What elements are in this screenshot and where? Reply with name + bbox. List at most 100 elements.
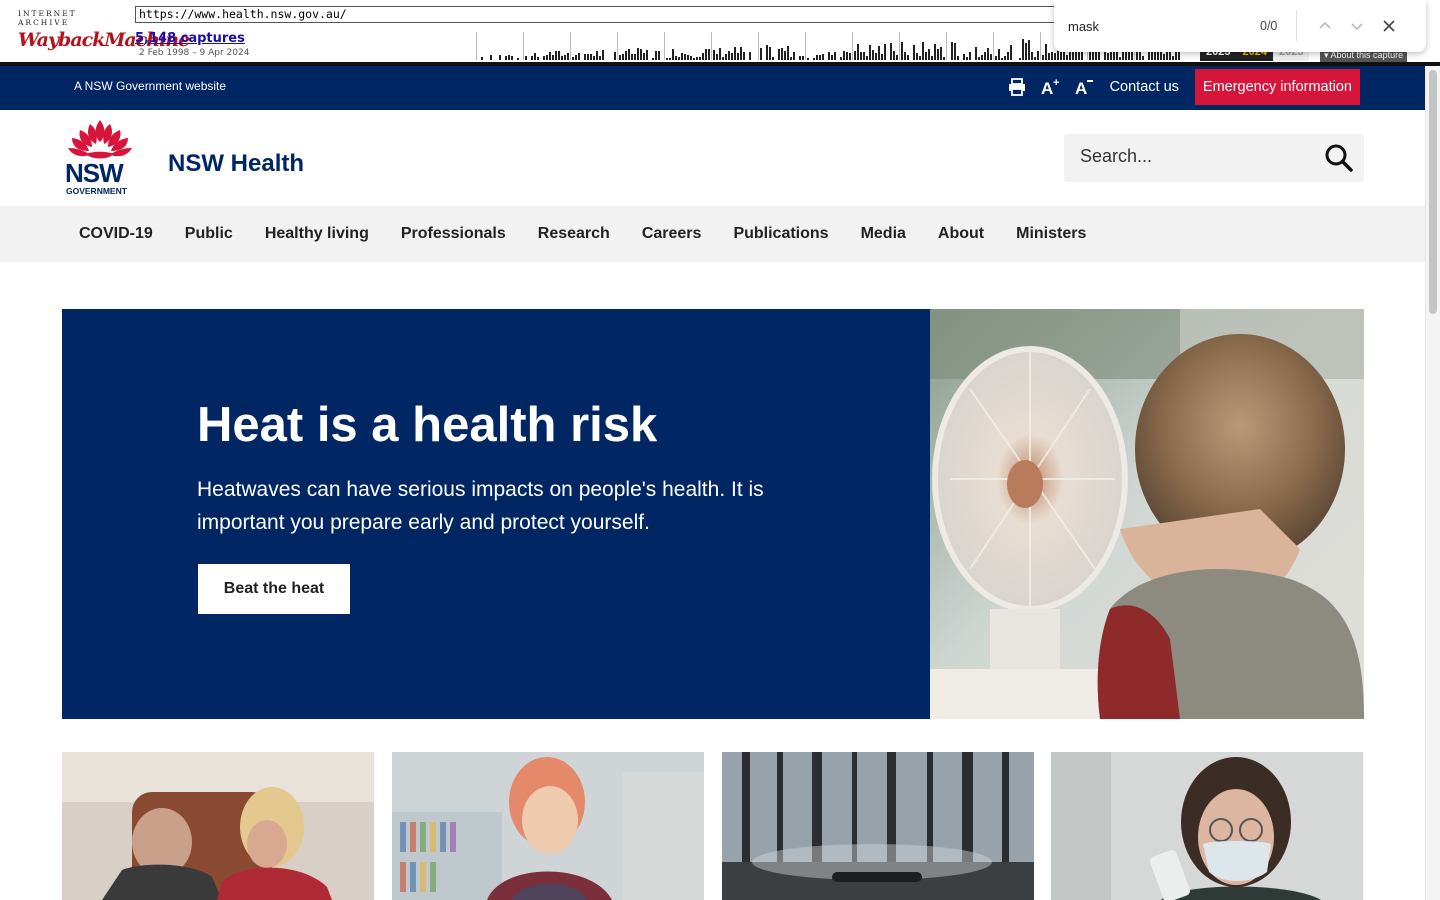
capture-bar — [966, 57, 968, 60]
find-next-button[interactable] — [1341, 10, 1373, 42]
capture-bar — [728, 50, 730, 60]
print-icon[interactable] — [1006, 76, 1028, 98]
search-box — [1064, 134, 1364, 182]
capture-bar — [819, 54, 821, 60]
scrollbar-thumb[interactable] — [1429, 70, 1437, 314]
capture-bar — [901, 42, 903, 60]
site-name[interactable]: NSW Health — [168, 150, 304, 178]
capture-bar — [517, 57, 519, 60]
capture-bar — [708, 49, 710, 60]
main-navigation: COVID-19 Public Healthy living Professio… — [0, 206, 1425, 262]
find-result-count: 0/0 — [1260, 19, 1278, 33]
capture-bar — [1045, 43, 1047, 60]
capture-bar — [846, 51, 848, 60]
capture-bar — [840, 56, 842, 60]
nsw-government-logo[interactable]: NSW GOVERNMENT — [64, 118, 136, 196]
capture-bar — [552, 55, 554, 60]
capture-bar — [734, 46, 736, 60]
beat-the-heat-button[interactable]: Beat the heat — [198, 564, 350, 614]
capture-bar — [904, 52, 906, 60]
capture-bar — [655, 50, 657, 60]
nav-item-ministers[interactable]: Ministers — [1000, 225, 1102, 243]
capture-bar — [570, 32, 571, 60]
capture-bar — [995, 56, 997, 60]
emergency-information-button[interactable]: Emergency information — [1194, 69, 1360, 105]
search-input[interactable] — [1080, 146, 1300, 167]
capture-bar — [596, 51, 598, 60]
capture-bar — [1163, 54, 1165, 60]
capture-bar — [631, 54, 633, 60]
capture-bar — [637, 48, 639, 60]
capture-bar — [593, 55, 595, 60]
capture-bar — [531, 56, 533, 60]
capture-bar — [1007, 52, 1009, 60]
capture-bar — [984, 52, 986, 60]
nav-item-public[interactable]: Public — [169, 225, 249, 243]
capture-bar — [693, 58, 695, 60]
capture-bar — [1048, 53, 1050, 60]
capture-bar — [1051, 51, 1053, 60]
capture-bar — [625, 50, 627, 60]
nav-item-covid-19[interactable]: COVID-19 — [63, 225, 169, 243]
wayback-captures-link[interactable]: 5,148 captures — [135, 31, 245, 46]
capture-bar — [561, 56, 563, 60]
capture-bar — [617, 32, 618, 60]
capture-bar — [916, 53, 918, 60]
capture-bar — [913, 44, 915, 60]
wayback-logo[interactable]: INTERNET ARCHIVE WaybackMachine — [18, 9, 190, 53]
logo-government-text: GOVERNMENT — [66, 186, 127, 196]
wayback-url-field[interactable]: https://www.health.nsw.gov.au/ — [135, 6, 1065, 23]
capture-bar — [1122, 51, 1124, 60]
capture-bar — [678, 57, 680, 60]
nav-item-research[interactable]: Research — [522, 225, 626, 243]
feature-card-woman-mask-image[interactable] — [1051, 752, 1363, 900]
nav-item-media[interactable]: Media — [845, 225, 922, 243]
capture-bar — [719, 47, 721, 60]
search-button[interactable] — [1324, 143, 1354, 173]
capture-bar — [737, 52, 739, 60]
capture-bar — [940, 47, 942, 60]
nav-item-healthy-living[interactable]: Healthy living — [249, 225, 385, 243]
capture-bar — [555, 50, 557, 60]
capture-bar — [860, 51, 862, 60]
svg-text:A: A — [1075, 79, 1087, 97]
capture-bar — [769, 47, 771, 60]
capture-bar — [1066, 55, 1068, 60]
svg-text:+: + — [1053, 77, 1059, 89]
find-previous-button[interactable] — [1309, 10, 1341, 42]
increase-font-icon[interactable]: A + — [1040, 76, 1062, 98]
site-header: NSW GOVERNMENT NSW Health — [0, 110, 1425, 206]
nav-item-publications[interactable]: Publications — [717, 225, 844, 243]
capture-bar — [802, 55, 804, 60]
feature-card-mental-health-image[interactable] — [62, 752, 374, 900]
capture-bar — [760, 47, 762, 60]
find-input[interactable] — [1068, 18, 1248, 34]
nav-item-professionals[interactable]: Professionals — [385, 225, 522, 243]
waratah-icon — [68, 120, 132, 159]
capture-bar — [643, 53, 645, 60]
capture-bar — [878, 46, 880, 60]
capture-bar — [919, 55, 921, 60]
contact-us-link[interactable]: Contact us — [1110, 79, 1179, 95]
hero-title: Heat is a health risk — [197, 398, 658, 452]
capture-bar — [711, 32, 712, 60]
capture-bar — [954, 42, 956, 60]
decrease-font-icon[interactable]: A — [1074, 76, 1096, 98]
feature-card-bushfire-forest-image[interactable] — [722, 752, 1034, 900]
nav-item-about[interactable]: About — [922, 225, 1000, 243]
accessibility-tools: A + A Contact us Emergency information — [1006, 69, 1360, 105]
nav-item-careers[interactable]: Careers — [626, 225, 718, 243]
capture-bar — [1054, 52, 1056, 60]
find-close-button[interactable] — [1373, 10, 1405, 42]
page-scrollbar[interactable] — [1425, 66, 1440, 900]
capture-bar — [993, 32, 994, 60]
capture-bar — [784, 51, 786, 60]
capture-bar — [1128, 51, 1130, 60]
feature-card-young-person-image[interactable] — [392, 752, 704, 900]
capture-bar — [1037, 50, 1039, 60]
capture-bar — [843, 50, 845, 60]
capture-bar — [564, 54, 566, 60]
capture-bar — [628, 48, 630, 60]
hero-banner: Heat is a health risk Heatwaves can have… — [62, 309, 1364, 719]
capture-bar — [893, 51, 895, 60]
